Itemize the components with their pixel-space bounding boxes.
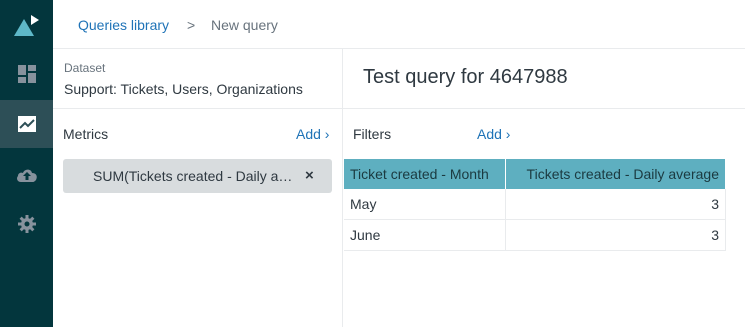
chart-line-icon xyxy=(17,116,36,132)
query-builder-panel: Dataset Support: Tickets, Users, Organiz… xyxy=(53,49,343,327)
table-header-row: Ticket created - Month Tickets created -… xyxy=(344,159,726,189)
table-cell: 3 xyxy=(505,189,726,220)
dataset-label: Dataset xyxy=(64,61,106,75)
table-cell: May xyxy=(344,189,506,220)
breadcrumb-current: New query xyxy=(211,17,278,33)
filters-label: Filters xyxy=(353,126,392,142)
remove-metric-icon[interactable]: × xyxy=(305,167,314,184)
column-header-daily-average[interactable]: Tickets created - Daily average xyxy=(505,159,726,189)
breadcrumb-queries-library[interactable]: Queries library xyxy=(78,17,169,33)
result-table: Ticket created - Month Tickets created -… xyxy=(344,159,726,251)
query-title[interactable]: Test query for 4647988 xyxy=(363,66,568,89)
add-metric-button[interactable]: Add › xyxy=(296,126,329,142)
table-row: June 3 xyxy=(344,219,726,251)
metric-pill[interactable]: SUM(Tickets created - Daily average) × xyxy=(63,159,332,193)
filters-header: Filters Add › xyxy=(343,108,745,159)
column-header-month[interactable]: Ticket created - Month xyxy=(344,159,506,189)
dataset-value: Support: Tickets, Users, Organizations xyxy=(64,81,303,97)
nav-queries[interactable] xyxy=(0,100,53,148)
metrics-header: Metrics Add › xyxy=(53,108,342,159)
dashboard-icon xyxy=(17,65,36,83)
table-row: May 3 xyxy=(344,189,726,220)
nav-data-upload[interactable] xyxy=(0,150,53,198)
nav-settings[interactable] xyxy=(0,200,53,248)
table-cell: June xyxy=(344,219,506,251)
metric-pill-label: SUM(Tickets created - Daily average) xyxy=(93,168,299,184)
add-filter-button[interactable]: Add › xyxy=(477,126,510,142)
top-bar: Queries library > New query xyxy=(53,0,745,49)
sidebar-nav xyxy=(0,0,53,327)
nav-dashboards[interactable] xyxy=(0,50,53,98)
product-logo[interactable] xyxy=(0,0,53,48)
cloud-upload-icon xyxy=(16,169,37,182)
breadcrumb-separator: > xyxy=(187,17,196,33)
logo-icon xyxy=(13,15,39,36)
table-cell: 3 xyxy=(505,219,726,251)
gear-icon xyxy=(17,215,36,233)
metrics-label: Metrics xyxy=(63,126,109,142)
